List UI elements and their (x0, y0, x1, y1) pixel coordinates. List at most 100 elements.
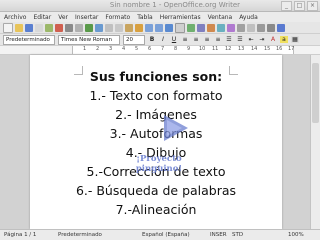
ruler-number: 15 (264, 46, 271, 52)
maximize-icon[interactable]: □ (294, 1, 305, 11)
bullets-icon[interactable]: ☰ (236, 36, 244, 43)
justify-icon[interactable]: ≡ (214, 36, 222, 43)
image-icon[interactable] (187, 23, 195, 32)
find-replace-icon[interactable] (217, 23, 225, 32)
font-size-select[interactable]: 20 (123, 34, 145, 45)
ruler-number: 11 (212, 46, 219, 52)
zoom-indicator: 100% (288, 232, 304, 238)
increase-indent-icon[interactable]: ⇥ (258, 36, 266, 43)
ruler-number: 8 (174, 46, 178, 52)
italic-icon[interactable]: I (159, 36, 167, 43)
language-indicator: Español (España) (142, 232, 190, 238)
edit-file-icon[interactable] (45, 23, 53, 32)
numbering-icon[interactable]: ☰ (225, 36, 233, 43)
background-color-icon[interactable]: ▦ (291, 36, 299, 43)
new-document-icon[interactable] (3, 22, 13, 33)
menu-ventana[interactable]: Ventana (208, 14, 233, 21)
redo-icon[interactable] (155, 23, 163, 32)
ruler-number: 12 (225, 46, 232, 52)
standard-toolbar (0, 22, 320, 34)
autocheck-icon[interactable] (95, 23, 103, 32)
align-left-icon[interactable]: ≡ (181, 36, 189, 43)
document-line: 1.- Texto con formato (89, 88, 223, 103)
menu-ver[interactable]: Ver (58, 14, 68, 21)
font-name-select[interactable]: Times New Roman (58, 34, 120, 45)
menu-archivo[interactable]: Archivo (4, 14, 26, 21)
ruler-number: 1 (83, 46, 87, 52)
undo-icon[interactable] (145, 23, 153, 32)
help-icon[interactable] (277, 23, 285, 32)
document-page[interactable]: Sus funciones son: 1.- Texto con formato… (30, 55, 282, 229)
table-icon[interactable] (175, 22, 185, 33)
menu-editar[interactable]: Editar (33, 14, 51, 21)
paste-icon[interactable] (125, 23, 133, 32)
zoom-icon[interactable] (267, 23, 275, 32)
document-line: 2.- Imágenes (115, 107, 197, 122)
page-style-indicator: Predeterminado (58, 232, 102, 238)
ruler-number: 13 (238, 46, 245, 52)
document-line: 4.- Dibujo (125, 145, 187, 160)
document-line: 5.-Corrección de texto (86, 164, 226, 179)
ruler-number: 3 (109, 46, 113, 52)
highlight-icon[interactable]: a (280, 36, 288, 43)
paragraph-style-select[interactable]: Predeterminado (3, 34, 55, 45)
draw-functions-icon[interactable] (207, 23, 215, 32)
document-line: 3.- Autoformas (109, 126, 203, 141)
align-right-icon[interactable]: ≡ (203, 36, 211, 43)
scrollbar-thumb[interactable] (312, 63, 319, 123)
format-paintbrush-icon[interactable] (135, 23, 143, 32)
align-center-icon[interactable]: ≡ (192, 36, 200, 43)
print-preview-icon[interactable] (75, 23, 83, 32)
ruler-number: 4 (122, 46, 126, 52)
copy-icon[interactable] (115, 23, 123, 32)
font-color-icon[interactable]: A (269, 36, 277, 43)
minimize-icon[interactable]: _ (281, 1, 292, 11)
email-icon[interactable] (35, 23, 43, 32)
chart-icon[interactable] (197, 23, 205, 32)
insert-mode-indicator: INSER (210, 232, 227, 238)
menu-herramientas[interactable]: Herramientas (160, 14, 201, 21)
export-pdf-icon[interactable] (55, 23, 63, 32)
ruler-number: 7 (161, 46, 165, 52)
document-body[interactable]: Sus funciones son: 1.- Texto con formato… (30, 67, 282, 219)
bold-icon[interactable]: B (148, 36, 156, 43)
status-bar: Página 1 / 1 Predeterminado Español (Esp… (0, 229, 320, 240)
menu-bar: Archivo Editar Ver Insertar Formato Tabl… (0, 12, 320, 22)
print-icon[interactable] (65, 23, 73, 32)
horizontal-ruler: 1 2 3 4 5 6 7 8 9 10 11 12 13 14 15 16 1… (0, 46, 320, 55)
window-title: Sin nombre 1 - OpenOffice.org Writer (109, 1, 241, 9)
menu-tabla[interactable]: Tabla (137, 14, 153, 21)
document-line: 7.-Alineación (115, 202, 197, 217)
datasources-icon[interactable] (247, 23, 255, 32)
spellcheck-icon[interactable] (85, 23, 93, 32)
ruler-number: 17 (288, 46, 295, 52)
menu-insertar[interactable]: Insertar (75, 14, 98, 21)
menu-formato[interactable]: Formato (105, 14, 130, 21)
document-heading: Sus funciones son: (89, 69, 223, 84)
ruler-number: 9 (187, 46, 191, 52)
vertical-scrollbar[interactable] (310, 55, 320, 229)
ruler-number: 10 (199, 46, 206, 52)
decrease-indent-icon[interactable]: ⇤ (247, 36, 255, 43)
title-bar: Sin nombre 1 - OpenOffice.org Writer _ □… (0, 0, 320, 12)
underline-icon[interactable]: U (170, 36, 178, 43)
document-line: 6.- Búsqueda de palabras (75, 183, 237, 198)
navigator-icon[interactable] (227, 23, 235, 32)
ruler-text-area (72, 46, 294, 54)
page-indicator: Página 1 / 1 (4, 232, 37, 238)
formatting-toolbar: Predeterminado Times New Roman 20 B I U … (0, 34, 320, 46)
ruler-number: 2 (96, 46, 100, 52)
close-icon[interactable]: × (307, 1, 318, 11)
cut-icon[interactable] (105, 23, 113, 32)
nonprinting-chars-icon[interactable] (257, 23, 265, 32)
open-folder-icon[interactable] (15, 23, 23, 32)
window-controls: _ □ × (281, 1, 318, 11)
document-workspace: Sus funciones son: 1.- Texto con formato… (0, 55, 310, 229)
ruler-number: 5 (135, 46, 139, 52)
menu-ayuda[interactable]: Ayuda (239, 14, 258, 21)
ruler-number: 6 (148, 46, 152, 52)
ruler-number: 14 (251, 46, 258, 52)
gallery-icon[interactable] (237, 23, 245, 32)
hyperlink-icon[interactable] (165, 23, 173, 32)
save-icon[interactable] (25, 23, 33, 32)
